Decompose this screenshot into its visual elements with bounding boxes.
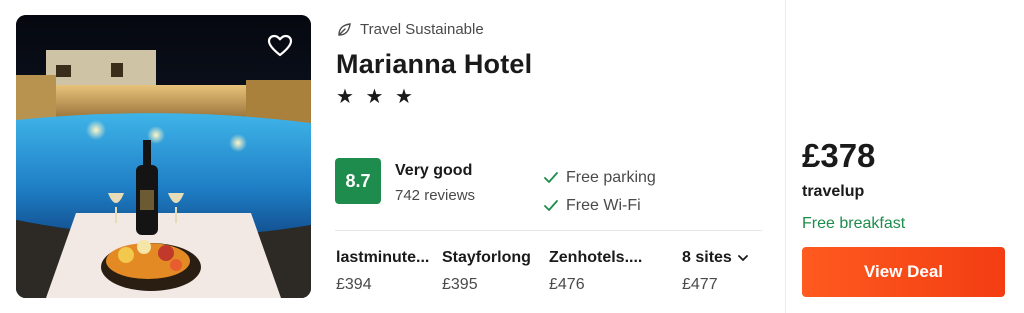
chevron-down-icon	[737, 255, 748, 261]
site-price: £476	[549, 276, 585, 293]
site-offer-stayforlong[interactable]: Stayforlong £395	[442, 249, 538, 294]
amenity-free-parking: Free parking	[544, 164, 656, 192]
site-name: Zenhotels....	[549, 249, 643, 266]
deal-note: Free breakfast	[802, 215, 906, 232]
heart-outline-icon	[267, 34, 293, 57]
site-name: Stayforlong	[442, 249, 531, 266]
site-price: £394	[336, 276, 372, 293]
amenity-label: Free parking	[566, 169, 656, 186]
more-sites-label: 8 sites	[682, 249, 732, 266]
view-deal-button[interactable]: View Deal	[802, 247, 1005, 297]
star-rating: ★ ★ ★	[336, 86, 416, 108]
more-sites-price: £477	[682, 276, 718, 293]
amenities-list: Free parking Free Wi-Fi	[544, 164, 656, 220]
review-count[interactable]: 742 reviews	[395, 187, 475, 204]
rating-label: Very good	[395, 162, 473, 179]
check-icon	[544, 172, 558, 183]
hotel-name[interactable]: Marianna Hotel	[336, 49, 532, 80]
travel-sustainable-label: Travel Sustainable	[360, 21, 484, 38]
more-sites-toggle[interactable]: 8 sites	[682, 249, 762, 267]
amenity-free-wifi: Free Wi-Fi	[544, 192, 656, 220]
best-price: £378	[802, 137, 876, 174]
leaf-icon	[338, 22, 351, 36]
hotel-photo[interactable]	[16, 15, 311, 298]
hotel-result-card[interactable]: Travel Sustainable Marianna Hotel ★ ★ ★ …	[0, 0, 1024, 313]
site-price: £395	[442, 276, 478, 293]
site-name: lastminute...	[336, 249, 430, 266]
deal-provider: travelup	[802, 183, 865, 200]
travel-sustainable-tag: Travel Sustainable	[336, 21, 484, 38]
more-sites-dropdown[interactable]: 8 sites £477	[682, 249, 762, 294]
check-icon	[544, 200, 558, 211]
column-divider	[785, 0, 786, 313]
favorite-button[interactable]	[263, 29, 297, 63]
site-offer-lastminute[interactable]: lastminute... £394	[336, 249, 432, 294]
site-offer-zenhotels[interactable]: Zenhotels.... £476	[549, 249, 649, 294]
divider	[335, 230, 762, 231]
amenity-label: Free Wi-Fi	[566, 197, 641, 214]
rating-score-badge: 8.7	[335, 158, 381, 204]
